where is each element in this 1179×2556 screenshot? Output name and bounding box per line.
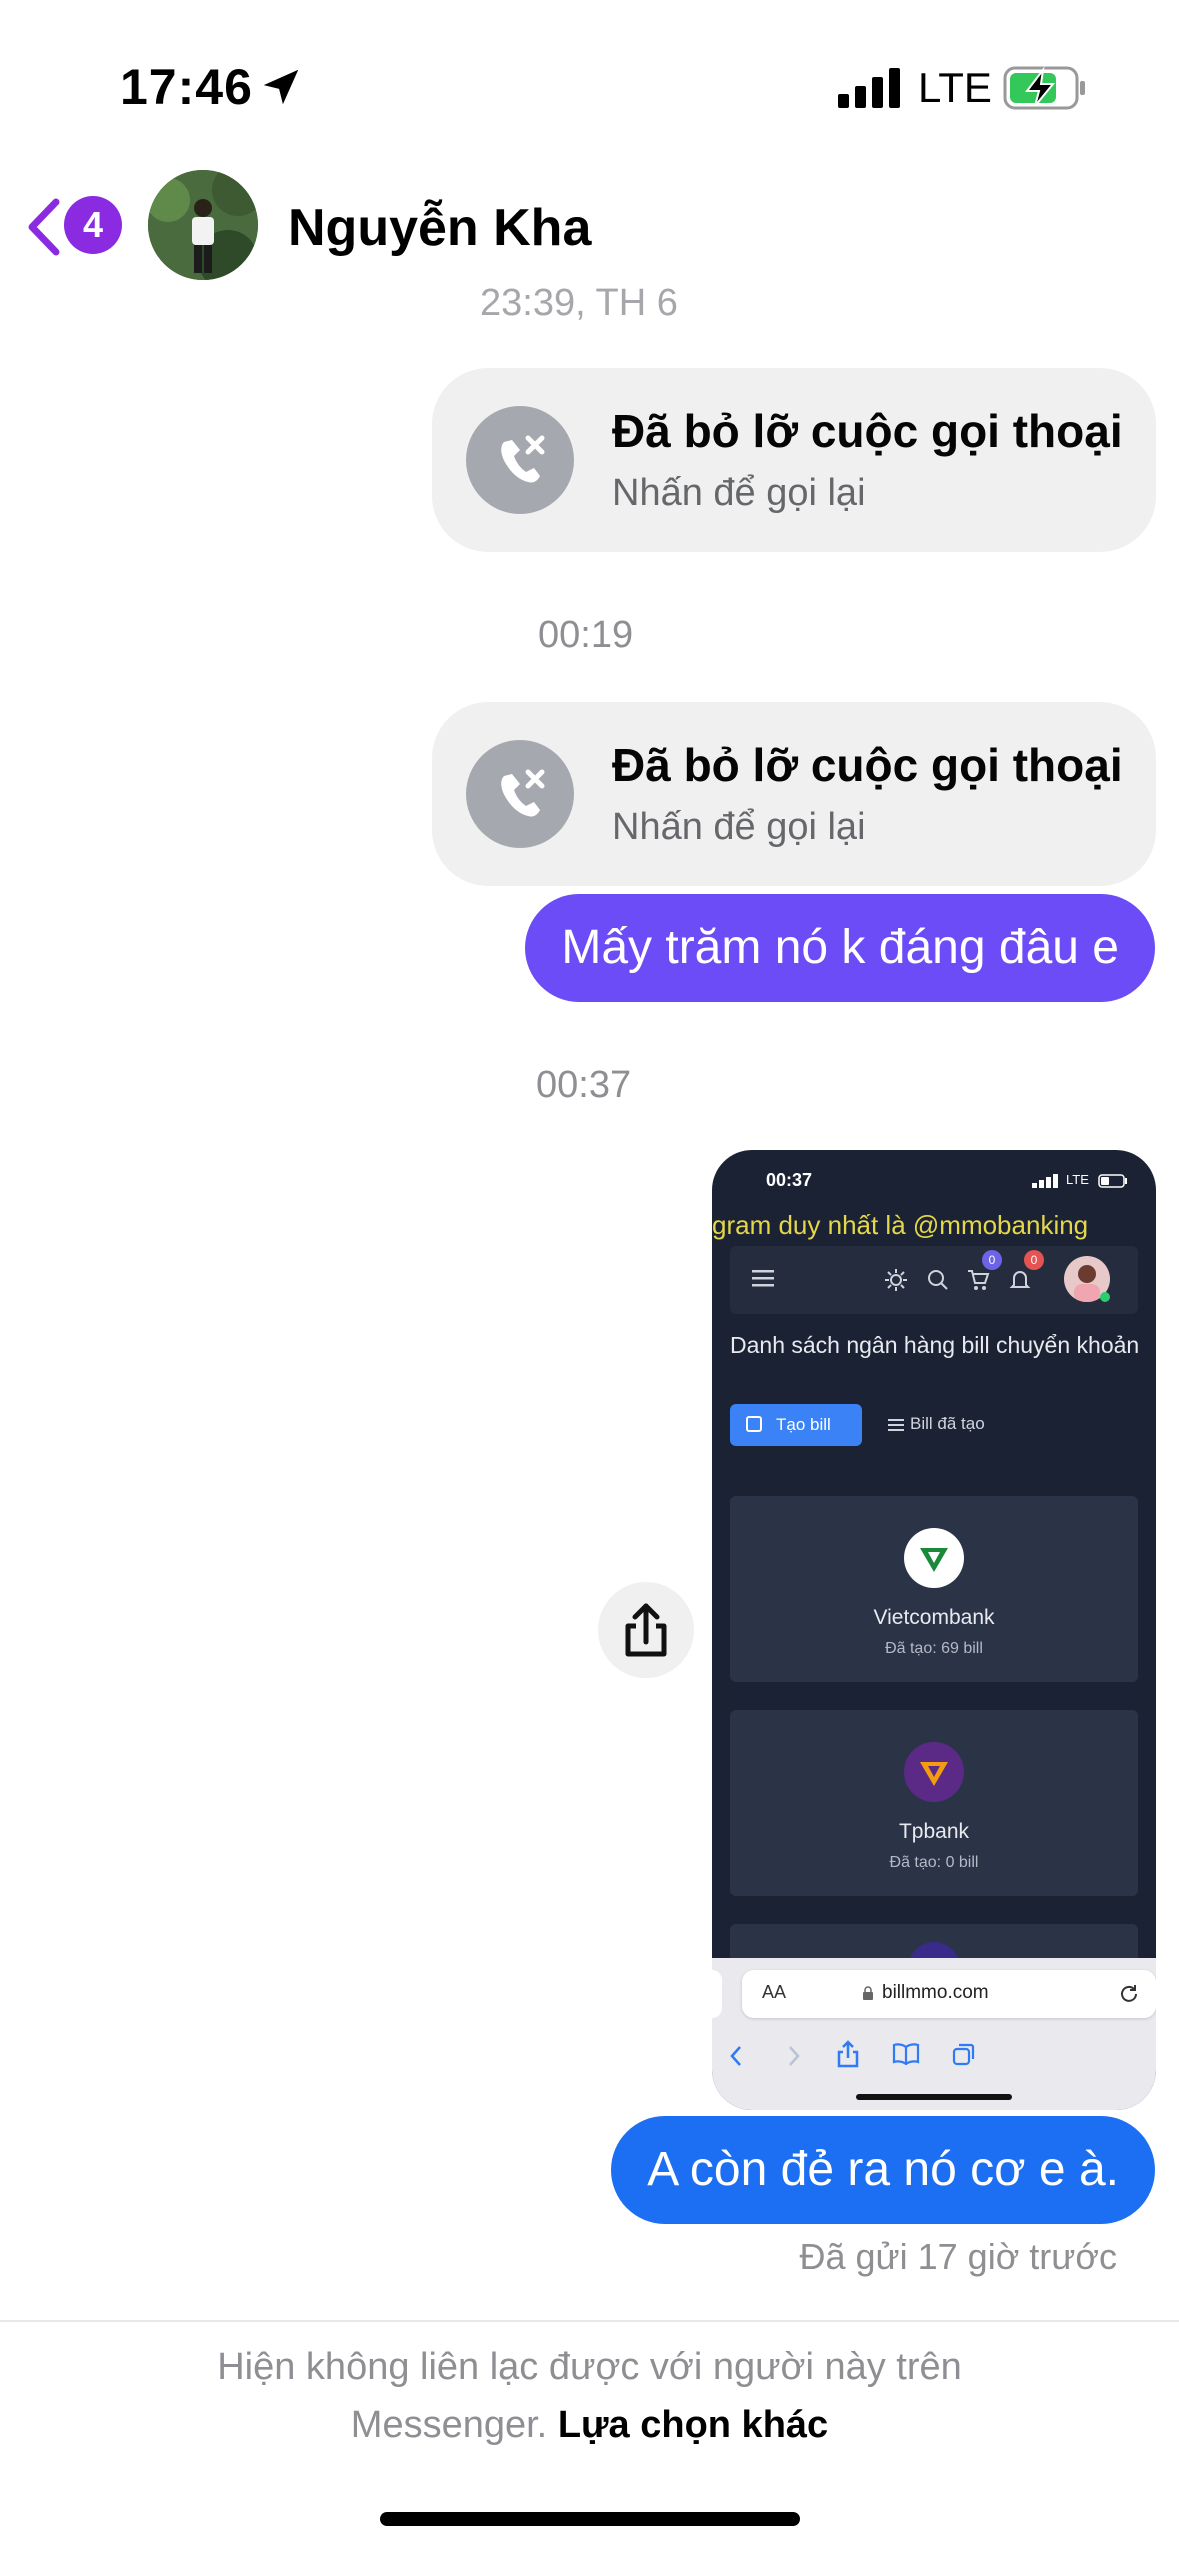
shot-bank-card: Vietcombank Đã tạo: 69 bill xyxy=(730,1496,1138,1682)
shot-browser-bar: AA billmmo.com xyxy=(712,1958,1156,2110)
shot-lock-icon xyxy=(863,1986,873,2000)
shot-created-bills-tab: Bill đã tạo xyxy=(910,1414,985,1433)
shot-back-icon xyxy=(730,2046,741,2066)
shot-bank-name: Vietcombank xyxy=(873,1606,995,1629)
missed-call-icon xyxy=(466,406,574,514)
battery-charging-icon xyxy=(1003,66,1085,110)
other-options-link[interactable]: Lựa chọn khác xyxy=(558,2404,828,2446)
shot-battery-icon xyxy=(1098,1174,1127,1188)
image-attachment[interactable]: 00:37 LTE gram duy nhất là @mmobanking 0 xyxy=(712,1150,1156,2110)
shot-prev-tab xyxy=(712,1970,722,2018)
message-bubble[interactable]: Mấy trăm nó k đáng đâu e xyxy=(525,894,1155,1002)
shot-list-icon xyxy=(888,1419,904,1431)
status-bar: 17:46 LTE xyxy=(0,0,1179,170)
call-subtitle: Nhấn để gọi lại xyxy=(612,472,866,514)
shot-share-icon xyxy=(837,2040,859,2068)
sent-status: Đã gửi 17 giờ trước xyxy=(799,2236,1117,2277)
shot-bell-icon xyxy=(1009,1271,1031,1288)
shot-forward-icon xyxy=(789,2046,800,2066)
shot-network: LTE xyxy=(1066,1172,1089,1187)
call-title: Đã bỏ lỡ cuộc gọi thoại xyxy=(612,739,1123,791)
shot-sun-icon xyxy=(885,1269,907,1291)
shot-create-bill-button: Tạo bill xyxy=(730,1404,862,1446)
location-arrow-icon xyxy=(263,69,299,105)
missed-call-bubble[interactable]: Đã bỏ lỡ cuộc gọi thoại Nhấn để gọi lại xyxy=(432,368,1156,552)
shot-bell-badge: 0 xyxy=(1024,1250,1044,1270)
shot-bookmarks-icon xyxy=(892,2043,920,2066)
shot-bank-name: Tpbank xyxy=(898,1820,970,1843)
status-time: 17:46 xyxy=(120,59,253,115)
shot-bank-card: Tpbank Đã tạo: 0 bill xyxy=(730,1710,1138,1896)
call-subtitle: Nhấn để gọi lại xyxy=(612,806,866,848)
back-chevron-icon[interactable] xyxy=(24,196,64,258)
shot-cart-badge: 0 xyxy=(982,1250,1002,1270)
shot-url-text: billmmo.com xyxy=(882,1982,989,2003)
shot-navbar: 0 0 xyxy=(730,1246,1138,1314)
share-button[interactable] xyxy=(598,1582,694,1678)
cellular-signal-icon xyxy=(838,68,900,108)
shot-create-bill-label: Tạo bill xyxy=(776,1415,831,1434)
shot-status-time: 00:37 xyxy=(766,1170,813,1190)
shot-bank-count: Đã tạo: 69 bill xyxy=(885,1640,983,1657)
shot-reload-icon xyxy=(1121,1985,1137,2002)
shot-menu-icon xyxy=(752,1270,774,1287)
shot-signal-icon xyxy=(1032,1174,1058,1188)
chat-header: 4 Nguyễn Kha xyxy=(0,160,1179,300)
missed-call-bubble[interactable]: Đã bỏ lỡ cuộc gọi thoại Nhấn để gọi lại xyxy=(432,702,1156,886)
shot-tabs-icon xyxy=(952,2043,975,2066)
unavailable-notice-line2: Messenger. Lựa chọn khác xyxy=(0,2404,1179,2447)
network-type: LTE xyxy=(918,64,992,111)
message-bubble[interactable]: A còn đẻ ra nó cơ e à. xyxy=(611,2116,1155,2224)
contact-avatar[interactable] xyxy=(148,170,258,280)
home-indicator[interactable] xyxy=(380,2512,800,2526)
shot-plus-square-icon xyxy=(746,1416,762,1432)
shot-online-dot xyxy=(1100,1292,1110,1302)
shot-text-size-button: AA xyxy=(762,1982,787,2002)
messenger-label: Messenger. xyxy=(350,2404,548,2446)
timestamp: 00:19 xyxy=(538,614,634,656)
shot-bank-count: Đã tạo: 0 bill xyxy=(889,1854,979,1871)
vietcombank-logo-icon xyxy=(904,1528,964,1588)
unavailable-notice: Hiện không liên lạc được với người này t… xyxy=(217,2346,962,2388)
unread-badge[interactable]: 4 xyxy=(64,196,122,254)
shot-home-indicator xyxy=(856,2094,1012,2100)
call-title: Đã bỏ lỡ cuộc gọi thoại xyxy=(612,405,1123,457)
share-icon xyxy=(625,1603,667,1657)
missed-call-icon xyxy=(466,740,574,848)
shot-url-field: AA billmmo.com xyxy=(742,1970,1156,2018)
tpbank-logo-icon xyxy=(904,1742,964,1802)
shot-browser-toolbar xyxy=(712,2036,1156,2076)
timestamp: 23:39, TH 6 xyxy=(480,282,678,324)
shot-cart-icon xyxy=(968,1270,990,1290)
shot-heading: Danh sách ngân hàng bill chuyển khoản xyxy=(730,1332,1140,1358)
timestamp: 00:37 xyxy=(536,1064,632,1106)
shot-search-icon xyxy=(928,1270,948,1290)
shot-marquee: gram duy nhất là @mmobanking xyxy=(712,1210,1089,1240)
contact-name[interactable]: Nguyễn Kha xyxy=(288,198,591,258)
divider xyxy=(0,2320,1179,2322)
